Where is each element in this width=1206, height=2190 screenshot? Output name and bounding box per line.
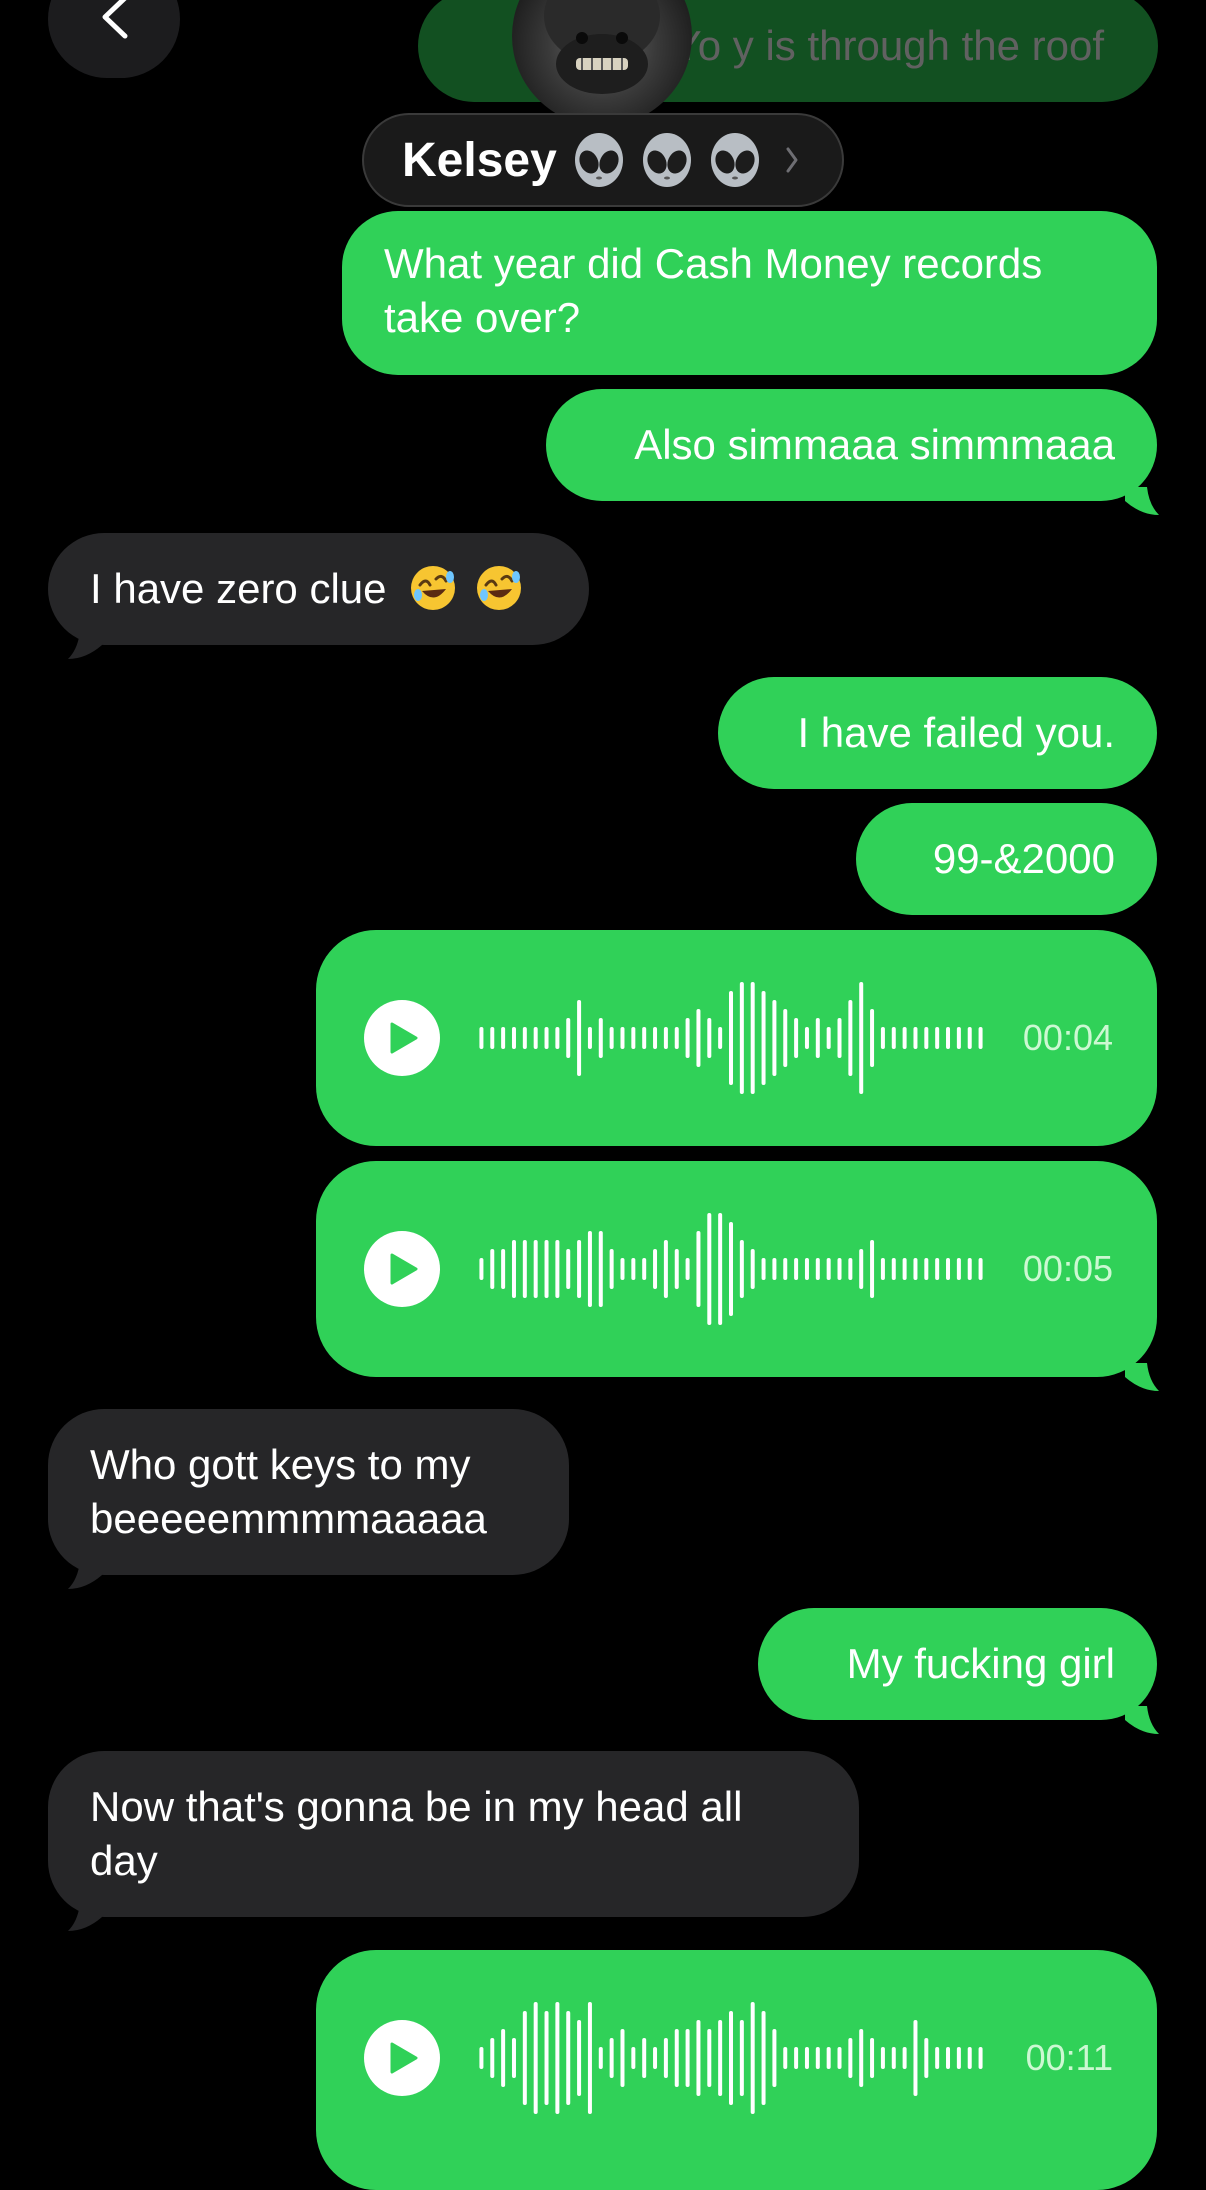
rolling-laughing-emoji-icon [476, 566, 521, 610]
audio-waveform [479, 2002, 983, 2114]
chevron-left-icon [102, 0, 128, 39]
chevron-right-icon [786, 147, 798, 173]
audio-duration: 00:05 [1022, 1248, 1113, 1289]
rolling-laughing-emoji-icon [411, 566, 456, 610]
outgoing-message-bubble[interactable]: 99-&2000 [856, 803, 1157, 915]
bubble-tail [68, 631, 102, 659]
incoming-message-bubble[interactable]: I have zero clue [48, 533, 589, 659]
contact-name: Kelsey [402, 133, 557, 187]
audio-duration: 00:04 [1022, 1017, 1113, 1058]
message-text-line: Now that's gonna be in my head all [90, 1783, 743, 1830]
audio-message[interactable]: 00:04 [316, 930, 1157, 1146]
play-button[interactable] [364, 2020, 440, 2096]
play-button[interactable] [364, 1000, 440, 1076]
audio-message[interactable]: 00:11 [316, 1950, 1157, 2190]
audio-duration: 00:11 [1025, 2037, 1113, 2078]
play-icon [390, 1022, 418, 1054]
contact-avatar[interactable] [512, 0, 692, 126]
play-button[interactable] [364, 1231, 440, 1307]
alien-emoji-icon [574, 133, 623, 187]
outgoing-message-bubble[interactable]: I have failed you. [718, 677, 1157, 789]
message-text: What year did Cash Money records take ov… [384, 240, 1043, 341]
contact-name-pill[interactable]: Kelsey [362, 113, 844, 207]
incoming-message-bubble[interactable]: Who gott keys to my beeeeemmmmaaaaa [48, 1409, 569, 1589]
bubble-tail [1125, 1706, 1159, 1734]
message-text-line: Who gott keys to my [90, 1441, 471, 1488]
message-text: I have failed you. [797, 709, 1115, 756]
bubble-tail [68, 1561, 102, 1589]
back-button[interactable] [48, 0, 180, 78]
bubble-tail [1125, 1363, 1159, 1391]
play-icon [390, 2042, 418, 2074]
message-text: 99-&2000 [932, 835, 1115, 882]
bubble-tail [68, 1903, 102, 1931]
previous-message-text: Yo y is through the roof [673, 22, 1104, 69]
audio-waveform [479, 982, 983, 1094]
play-icon [390, 1253, 418, 1285]
message-text: My fucking girl [846, 1640, 1115, 1687]
audio-waveform [479, 1213, 983, 1325]
audio-message[interactable]: 00:05 [316, 1161, 1159, 1391]
message-text-line: day [90, 1837, 158, 1884]
outgoing-message-bubble[interactable]: What year did Cash Money records take ov… [342, 211, 1157, 375]
message-text-line: beeeeemmmmaaaaa [90, 1495, 487, 1542]
message-text: I have zero clue [90, 565, 387, 612]
incoming-message-bubble[interactable]: Now that's gonna be in my head all day [48, 1751, 859, 1931]
outgoing-message-bubble[interactable]: My fucking girl [758, 1608, 1159, 1734]
bubble-tail [1125, 487, 1159, 515]
alien-emoji-icon [642, 133, 691, 187]
alien-emoji-icon [710, 133, 759, 187]
outgoing-message-bubble[interactable]: Also simmaaa simmmaaa [546, 389, 1159, 515]
message-text: Also simmaaa simmmaaa [634, 421, 1115, 468]
